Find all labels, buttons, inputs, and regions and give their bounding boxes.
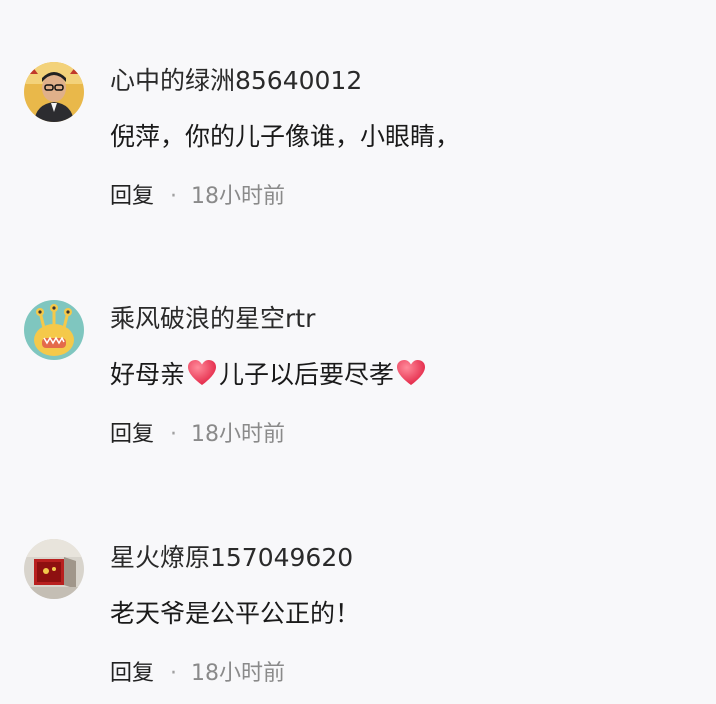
username[interactable]: 星火燎原157049620 xyxy=(110,541,353,575)
comment-text: 好母亲 儿子以后要尽孝 xyxy=(110,358,428,392)
comment-text-segment: 倪萍，你的儿子像谁，小眼睛， xyxy=(110,122,461,151)
comment-text: 老天爷是公平公正的！ xyxy=(110,597,360,631)
comment-list: 心中的绿洲85640012 倪萍，你的儿子像谁，小眼睛， 回复 · 18小时前 xyxy=(0,0,716,704)
username[interactable]: 心中的绿洲85640012 xyxy=(110,64,362,98)
comment-text: 倪萍，你的儿子像谁，小眼睛， xyxy=(110,120,460,154)
comment-actions: 回复 · 18小时前 xyxy=(110,657,285,691)
avatar[interactable] xyxy=(24,300,84,360)
comment-actions: 回复 · 18小时前 xyxy=(110,418,285,452)
reply-button[interactable]: 回复 xyxy=(110,184,154,209)
comment-actions: 回复 · 18小时前 xyxy=(110,180,285,214)
separator-dot: · xyxy=(170,661,178,686)
comment-item: 乘风破浪的星空rtr 好母亲 儿子以后要尽孝 回复 · 18小时前 xyxy=(0,298,716,498)
comment-text-segment: 老天爷是公平公正的！ xyxy=(110,599,361,628)
comment-item: 心中的绿洲85640012 倪萍，你的儿子像谁，小眼睛， 回复 · 18小时前 xyxy=(0,60,716,260)
separator-dot: · xyxy=(170,422,178,447)
reply-button[interactable]: 回复 xyxy=(110,422,154,447)
comment-text-segment: 儿子以后要尽孝 xyxy=(219,360,395,389)
timestamp: 18小时前 xyxy=(191,184,286,209)
comment-text-segment: 好母亲 xyxy=(110,360,186,389)
username[interactable]: 乘风破浪的星空rtr xyxy=(110,302,315,336)
separator-dot: · xyxy=(170,184,178,209)
timestamp: 18小时前 xyxy=(191,661,286,686)
avatar[interactable] xyxy=(24,539,84,599)
comment-item: 星火燎原157049620 老天爷是公平公正的！ 回复 · 18小时前 xyxy=(0,537,716,704)
heart-emoji-icon xyxy=(187,359,217,387)
heart-emoji-icon xyxy=(396,359,426,387)
timestamp: 18小时前 xyxy=(191,422,286,447)
avatar[interactable] xyxy=(24,62,84,122)
reply-button[interactable]: 回复 xyxy=(110,661,154,686)
